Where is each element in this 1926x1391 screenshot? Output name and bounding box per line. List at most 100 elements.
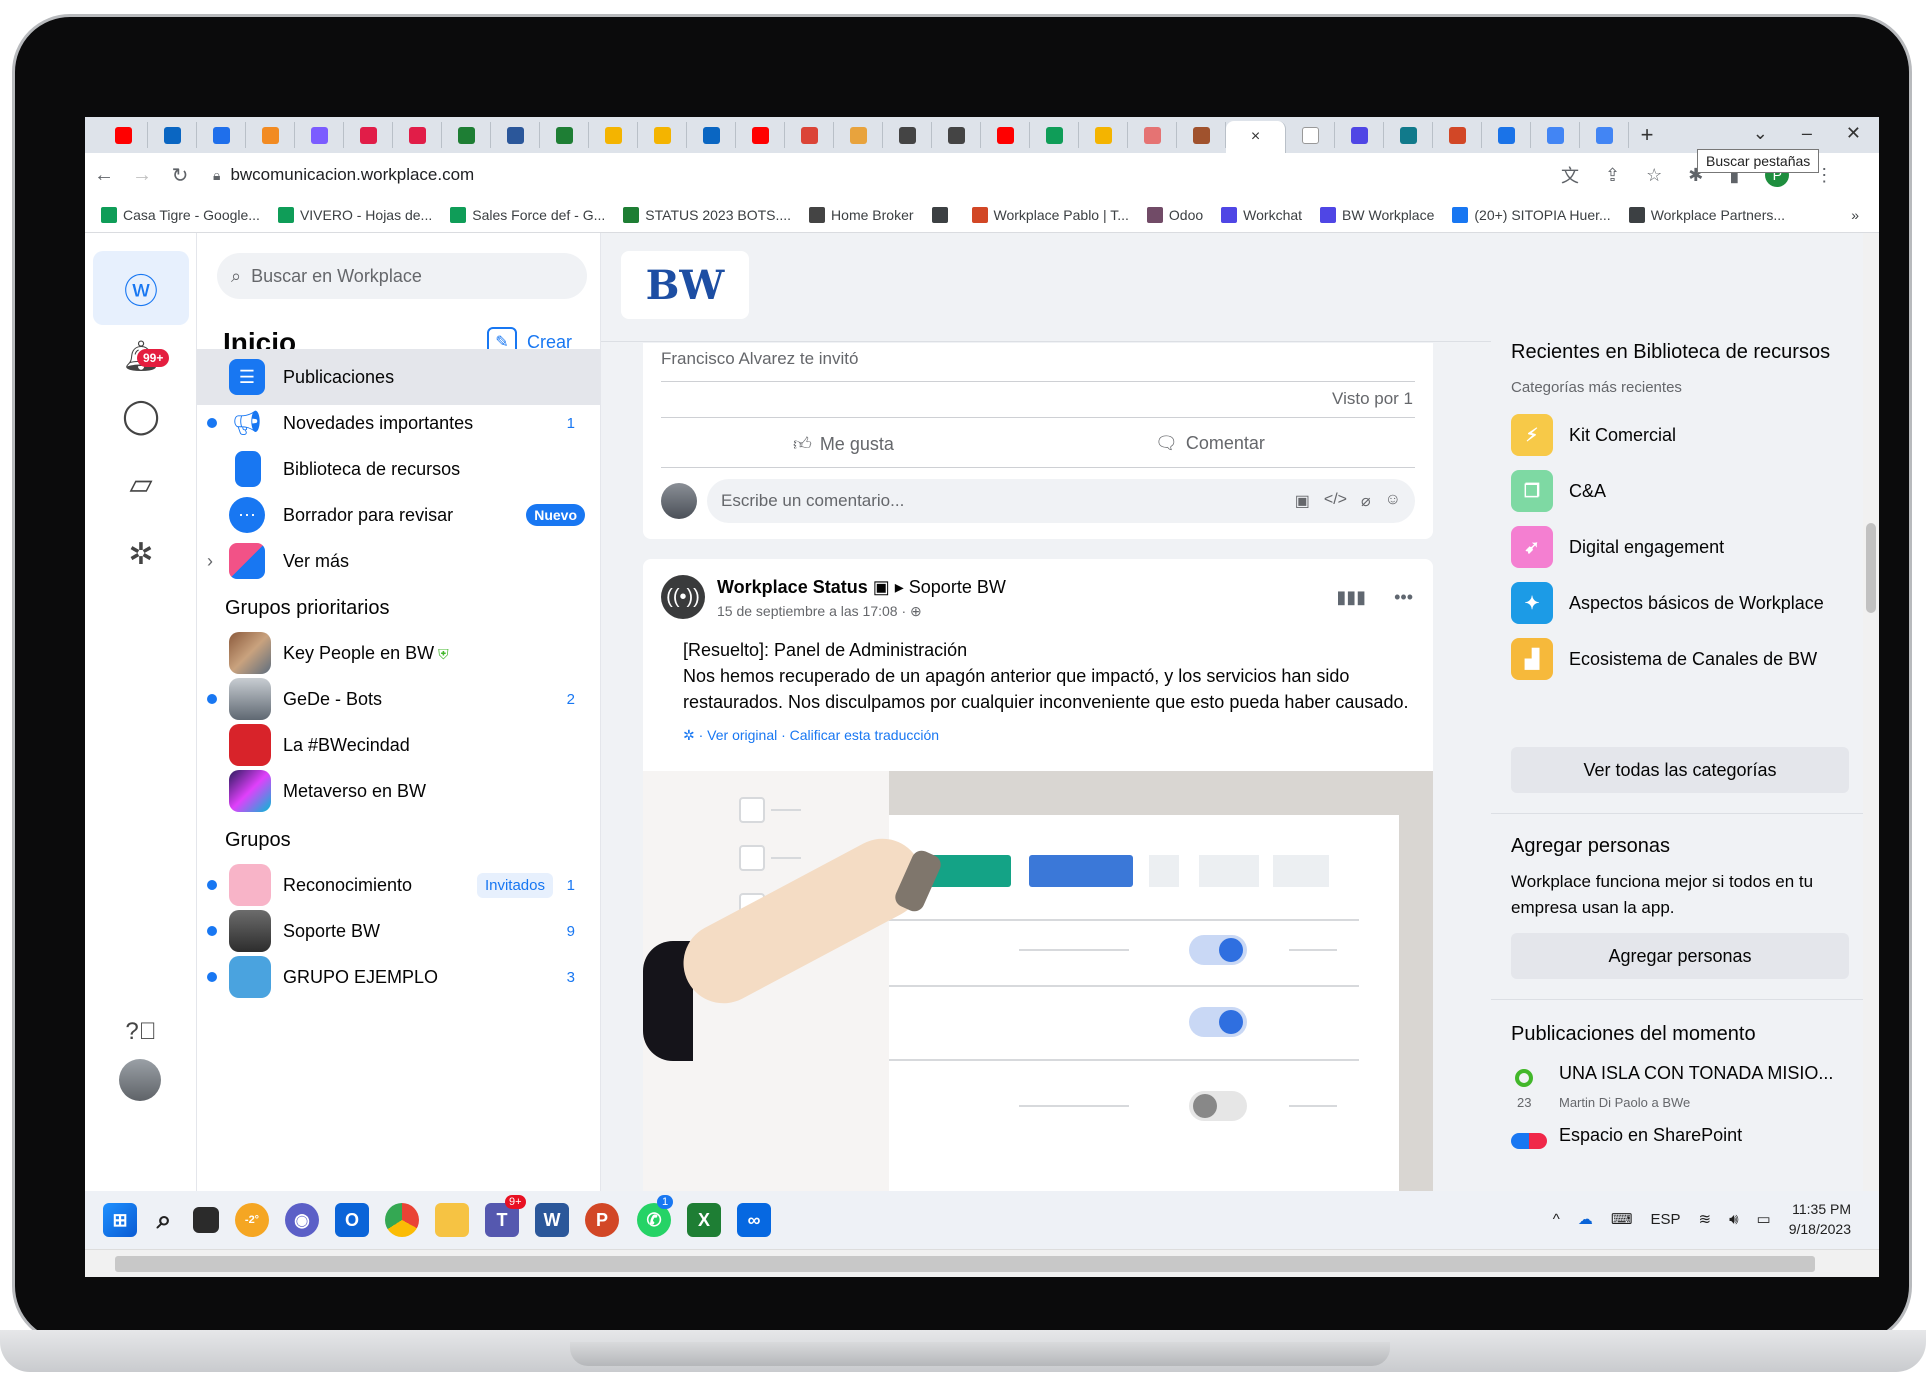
category-aspectos-basicos[interactable]: ✦ Aspectos básicos de Workplace	[1511, 581, 1871, 625]
task-view-icon[interactable]	[193, 1207, 219, 1233]
browser-tab[interactable]	[981, 122, 1030, 148]
code-icon[interactable]: </>	[1324, 491, 1347, 511]
bookmark-item[interactable]	[931, 206, 954, 223]
forward-icon[interactable]: →	[123, 164, 161, 187]
rail-tools-icon[interactable]: ✲	[93, 517, 189, 591]
url-bar[interactable]: 🔒︎ bwcomunicacion.workplace.com	[213, 159, 1553, 191]
rail-chat-icon[interactable]: ◯	[93, 379, 189, 453]
rail-user-avatar[interactable]	[119, 1059, 161, 1101]
meta-icon[interactable]: ∞	[737, 1203, 771, 1237]
browser-tab[interactable]	[1286, 122, 1335, 148]
vertical-scrollbar[interactable]	[1863, 233, 1879, 1191]
category-digital-engagement[interactable]: ➹ Digital engagement	[1511, 525, 1871, 569]
add-people-button[interactable]: Agregar personas	[1511, 933, 1849, 979]
seen-by[interactable]: Visto por 1	[1332, 389, 1413, 409]
start-windows-icon[interactable]: ⊞	[103, 1203, 137, 1237]
tab-workplace-active[interactable]: ×	[1226, 121, 1286, 153]
bookmark-item[interactable]: Workplace Pablo | T...	[971, 206, 1129, 223]
chat-taskbar-icon[interactable]: ◉	[285, 1203, 319, 1237]
browser-tab[interactable]	[883, 122, 932, 148]
attach-icon[interactable]: ⌀	[1361, 491, 1371, 511]
browser-tab[interactable]	[99, 122, 148, 148]
browser-tab[interactable]	[1335, 122, 1384, 148]
translation-links[interactable]: ✲ · Ver original · Calificar esta traduc…	[683, 727, 939, 744]
category-kit-comercial[interactable]: ⚡︎ Kit Comercial	[1511, 413, 1871, 457]
tab-search-chevron-icon[interactable]: ⌄	[1753, 123, 1768, 144]
translate-icon[interactable]: 文	[1561, 162, 1579, 188]
group-item-metaverso[interactable]: Metaverso en BW	[197, 763, 600, 819]
emoji-icon[interactable]: ☺	[1385, 491, 1401, 511]
wifi-icon[interactable]: ≋	[1698, 1210, 1711, 1228]
browser-tab[interactable]	[589, 122, 638, 148]
browser-tab[interactable]	[638, 122, 687, 148]
comment-input[interactable]: Escribe un comentario... ▣ </> ⌀ ☺	[707, 479, 1415, 523]
browser-tab[interactable]	[1079, 122, 1128, 148]
browser-tab[interactable]	[1030, 122, 1079, 148]
nav-item-ver-mas[interactable]: › Ver más	[197, 533, 600, 589]
excel-icon[interactable]: X	[687, 1203, 721, 1237]
browser-tab[interactable]	[295, 122, 344, 148]
bookmark-item[interactable]: BW Workplace	[1320, 206, 1434, 223]
search-input[interactable]: ⌕ Buscar en Workplace	[217, 253, 587, 299]
minimize-icon[interactable]: –	[1802, 123, 1812, 144]
post-date[interactable]: 15 de septiembre a las 17:08 ·	[717, 603, 910, 619]
browser-tab[interactable]	[1433, 122, 1482, 148]
browser-tab[interactable]	[687, 122, 736, 148]
browser-tab[interactable]	[540, 122, 589, 148]
browser-tab[interactable]	[442, 122, 491, 148]
browser-tab[interactable]	[246, 122, 295, 148]
keyboard-icon[interactable]: ⌨	[1611, 1210, 1633, 1228]
clock[interactable]: 11:35 PM 9/18/2023	[1789, 1199, 1851, 1239]
like-button[interactable]: 👍︎ Me gusta	[793, 433, 894, 455]
browser-tab[interactable]	[148, 122, 197, 148]
bookmark-item[interactable]: Workchat	[1221, 206, 1302, 223]
browser-tab[interactable]	[1177, 122, 1226, 148]
view-all-categories-button[interactable]: Ver todas las categorías	[1511, 747, 1849, 793]
scrollbar-thumb[interactable]	[1866, 523, 1876, 613]
bookmark-item[interactable]: VIVERO - Hojas de...	[277, 206, 432, 223]
more-options-icon[interactable]: •••	[1394, 587, 1413, 608]
broadcast-icon[interactable]: ((•))	[661, 575, 705, 619]
group-item-grupo-ejemplo[interactable]: GRUPO EJEMPLO 3	[197, 949, 600, 1005]
bookmark-item[interactable]: Home Broker	[809, 206, 914, 223]
trending-post-title[interactable]: Espacio en SharePoint	[1559, 1125, 1742, 1146]
browser-tab[interactable]	[1384, 122, 1433, 148]
bookmark-item[interactable]: Casa Tigre - Google...	[101, 206, 260, 223]
post-group[interactable]: Soporte BW	[909, 577, 1006, 597]
browser-tab[interactable]	[785, 122, 834, 148]
browser-tab[interactable]	[491, 122, 540, 148]
word-icon[interactable]: W	[535, 1203, 569, 1237]
reload-icon[interactable]: ↻	[161, 163, 199, 188]
file-explorer-icon[interactable]	[435, 1203, 469, 1237]
weather-icon[interactable]: -2°	[235, 1203, 269, 1237]
language-indicator[interactable]: ESP	[1650, 1211, 1680, 1228]
tray-chevron-icon[interactable]: ^	[1553, 1211, 1560, 1228]
browser-tab[interactable]	[344, 122, 393, 148]
browser-tab[interactable]	[1482, 122, 1531, 148]
hscroll-thumb[interactable]	[115, 1256, 1815, 1272]
chrome-icon[interactable]	[385, 1203, 419, 1237]
insights-icon[interactable]: ▮▮▮	[1336, 587, 1366, 608]
browser-tab[interactable]	[1531, 122, 1580, 148]
outlook-icon[interactable]: O	[335, 1203, 369, 1237]
browser-tab[interactable]	[834, 122, 883, 148]
trending-post-title[interactable]: UNA ISLA CON TONADA MISIO...	[1559, 1063, 1833, 1084]
rail-help-icon[interactable]: ?⃝	[93, 995, 189, 1069]
company-logo[interactable]: BW	[621, 251, 749, 319]
browser-tab[interactable]	[393, 122, 442, 148]
bot-icon[interactable]: ▣	[1295, 491, 1310, 511]
close-window-icon[interactable]: ✕	[1846, 123, 1861, 144]
browser-tab[interactable]	[736, 122, 785, 148]
post-author[interactable]: Workplace Status	[717, 577, 868, 597]
volume-icon[interactable]: 🔊︎	[1729, 1211, 1738, 1228]
bookmark-item[interactable]: Workplace Partners...	[1628, 206, 1785, 223]
bookmark-item[interactable]: Sales Force def - G...	[450, 206, 605, 223]
search-taskbar-icon[interactable]: ⌕	[147, 1203, 181, 1237]
bookmark-star-icon[interactable]: ☆	[1646, 165, 1662, 186]
onedrive-icon[interactable]: ☁	[1578, 1210, 1593, 1228]
browser-tab[interactable]	[1580, 122, 1629, 148]
new-tab-button[interactable]: +	[1629, 122, 1665, 148]
horizontal-scrollbar[interactable]	[85, 1249, 1879, 1277]
browser-tab[interactable]	[932, 122, 981, 148]
powerpoint-icon[interactable]: P	[585, 1203, 619, 1237]
